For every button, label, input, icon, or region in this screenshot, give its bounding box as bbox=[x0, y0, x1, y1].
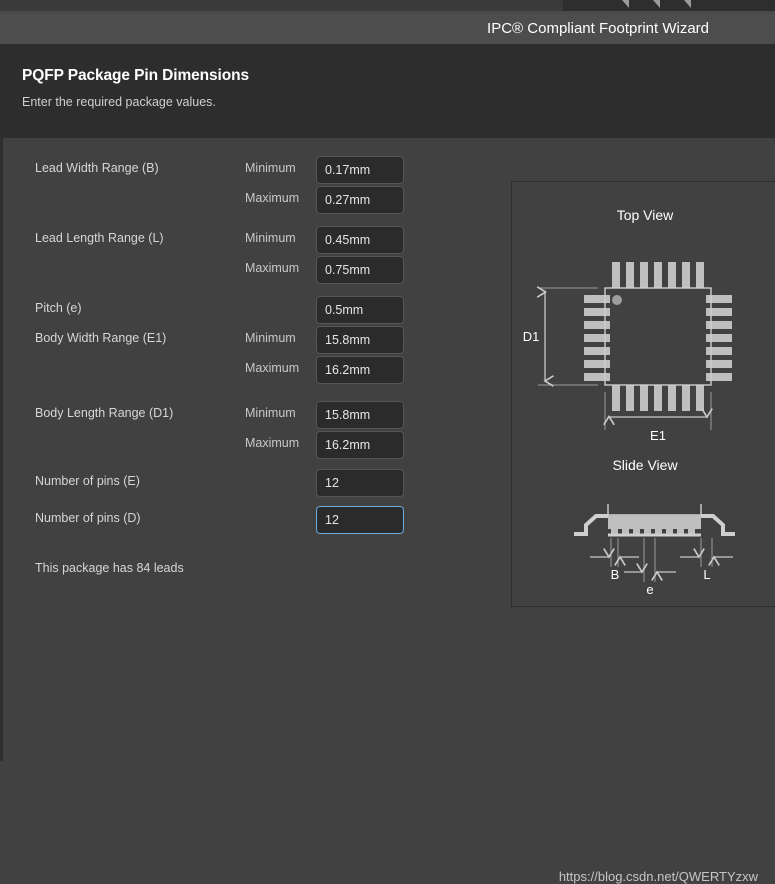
dimension-label-d1: D1 bbox=[523, 329, 540, 344]
wizard-content: Lead Width Range (B) Minimum Maximum Lead L… bbox=[0, 138, 775, 884]
dimension-input[interactable] bbox=[316, 256, 404, 284]
page-title: PQFP Package Pin Dimensions bbox=[22, 67, 250, 84]
field-label: Number of pins (D) bbox=[35, 511, 141, 525]
bottom-pin-row bbox=[612, 385, 704, 411]
top-pin-row bbox=[612, 262, 704, 288]
dimension-input[interactable] bbox=[316, 506, 404, 534]
field-qualifier-label: Minimum bbox=[245, 161, 296, 175]
lead-count-note: This package has 84 leads bbox=[35, 561, 184, 575]
field-label: Body Width Range (E1) bbox=[35, 331, 167, 345]
field-label: Body Length Range (D1) bbox=[35, 406, 174, 420]
field-qualifier-label: Minimum bbox=[245, 406, 296, 420]
field-label: Lead Length Range (L) bbox=[35, 231, 164, 245]
tab-strip-background bbox=[563, 0, 775, 11]
pin-1-dot bbox=[612, 295, 622, 305]
dimension-input[interactable] bbox=[316, 356, 404, 384]
dimension-label-e: e bbox=[646, 582, 653, 597]
dimension-input[interactable] bbox=[316, 326, 404, 354]
dimension-input[interactable] bbox=[316, 186, 404, 214]
tab-divider-notch-1 bbox=[622, 0, 629, 8]
field-qualifier-label: Maximum bbox=[245, 261, 300, 275]
package-diagram-panel: Top View Slide View D1 E1 B e L bbox=[511, 181, 775, 607]
window-title: IPC® Compliant Footprint Wizard bbox=[487, 20, 709, 37]
field-qualifier-label: Maximum bbox=[245, 361, 300, 375]
tab-divider-notch-2 bbox=[653, 0, 660, 8]
left-pin-row bbox=[584, 295, 610, 381]
page-header-band: PQFP Package Pin Dimensions Enter the re… bbox=[0, 44, 775, 138]
field-qualifier-label: Maximum bbox=[245, 436, 300, 450]
field-label: Pitch (e) bbox=[35, 301, 82, 315]
dimension-input[interactable] bbox=[316, 156, 404, 184]
dimension-label-e1: E1 bbox=[650, 428, 666, 443]
top-view-graphic: D1 E1 bbox=[523, 262, 732, 443]
field-label: Lead Width Range (B) bbox=[35, 161, 159, 175]
field-qualifier-label: Maximum bbox=[245, 191, 300, 205]
dimension-input[interactable] bbox=[316, 431, 404, 459]
field-qualifier-label: Minimum bbox=[245, 331, 296, 345]
watermark-url: https://blog.csdn.net/QWERTYzxw bbox=[558, 869, 758, 884]
field-qualifier-label: Minimum bbox=[245, 231, 296, 245]
slide-view-graphic: B e L bbox=[574, 504, 735, 597]
left-edge-rail bbox=[0, 138, 3, 761]
dimension-label-b: B bbox=[611, 567, 620, 582]
right-pin-row bbox=[706, 295, 732, 381]
window-titlebar: IPC® Compliant Footprint Wizard bbox=[0, 14, 775, 44]
tab-divider-notch-3 bbox=[684, 0, 691, 8]
field-label: Number of pins (E) bbox=[35, 474, 140, 488]
package-diagram-svg: D1 E1 B e L bbox=[523, 262, 735, 597]
dimension-label-l: L bbox=[703, 567, 710, 582]
dimension-input[interactable] bbox=[316, 296, 404, 324]
page-subtitle: Enter the required package values. bbox=[22, 95, 216, 109]
browser-tab-strip[interactable] bbox=[0, 0, 775, 14]
dimension-input[interactable] bbox=[316, 469, 404, 497]
dimension-input[interactable] bbox=[316, 226, 404, 254]
dimension-input[interactable] bbox=[316, 401, 404, 429]
